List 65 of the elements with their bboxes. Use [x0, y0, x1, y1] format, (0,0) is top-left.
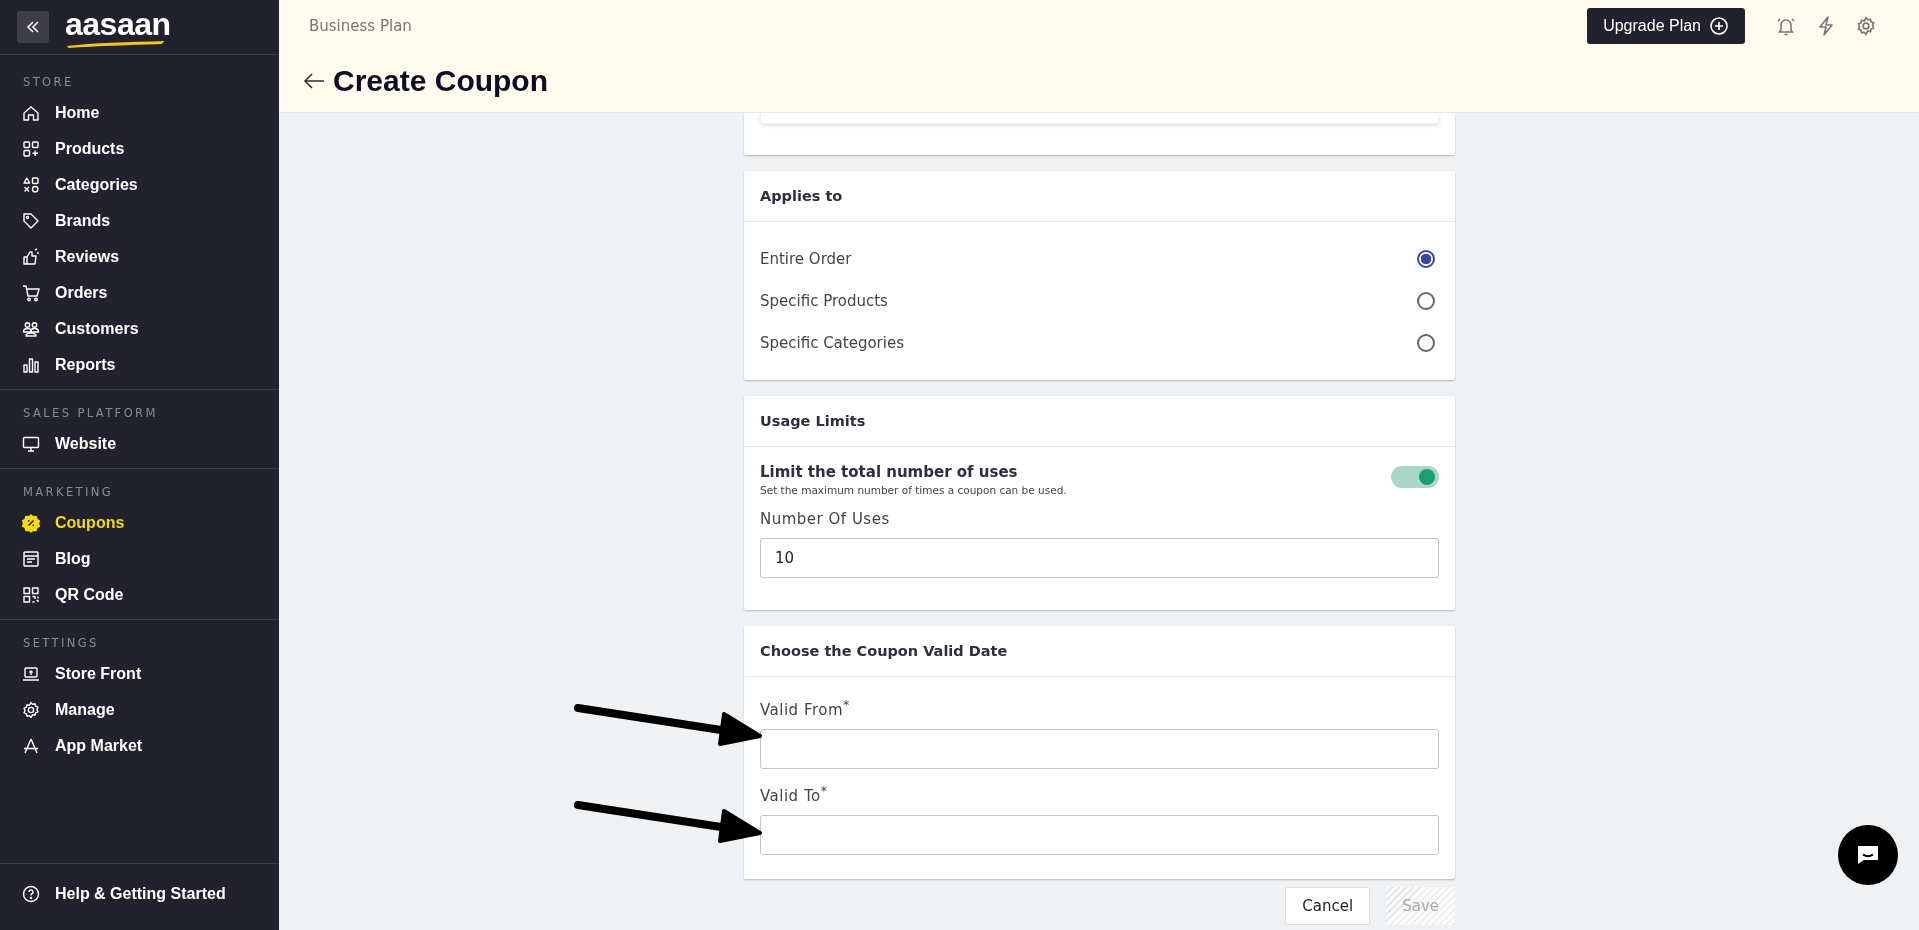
sidebar-item[interactable]: QR Code — [0, 577, 279, 613]
field-label: Valid To$^{*}$ — [760, 783, 829, 805]
sidebar-item[interactable]: Manage — [0, 692, 279, 728]
input-field[interactable]: 10 — [760, 538, 1439, 578]
people-icon — [21, 319, 41, 339]
toggle-description: Set the maximum number of times a coupon can be used. — [760, 484, 1067, 496]
field-label: Number Of Uses — [760, 510, 891, 528]
card-title: Choose the Coupon Valid Date — [744, 626, 1455, 677]
sidebar-item[interactable]: Products — [0, 131, 279, 167]
section-title: SALES PLATFORM — [22, 406, 159, 420]
logo[interactable]: aasaan — [65, 6, 171, 48]
sidebar-item[interactable]: Website — [0, 426, 279, 462]
sidebar-item[interactable]: Categories — [0, 167, 279, 203]
sidebar-item[interactable]: Store Front — [0, 656, 279, 692]
tag-icon — [21, 211, 41, 231]
a-shape-icon — [21, 736, 41, 756]
sidebar-item[interactable]: Brands — [0, 203, 279, 239]
sidebar-item[interactable]: Coupons — [0, 505, 279, 541]
grid-plus-icon — [21, 139, 41, 159]
collapse-button[interactable] — [17, 11, 49, 43]
laptop-icon — [21, 664, 41, 684]
plus-circle-icon — [1709, 16, 1729, 36]
monitor-icon — [21, 434, 41, 454]
house-icon — [21, 103, 41, 123]
date-field[interactable] — [760, 729, 1439, 769]
badge-icon — [21, 513, 41, 533]
bell-icon[interactable] — [1775, 15, 1797, 37]
settings-icon[interactable] — [1855, 15, 1877, 37]
sidebar-item[interactable]: Orders — [0, 275, 279, 311]
gear-icon — [21, 700, 41, 720]
bars-icon — [21, 355, 41, 375]
option-label: Specific Products — [760, 292, 888, 310]
sidebar-item[interactable]: App Market — [0, 728, 279, 764]
thumbs-icon — [21, 247, 41, 267]
toggle-switch[interactable] — [1391, 466, 1439, 488]
qr-icon — [21, 585, 41, 605]
input-field[interactable] — [760, 113, 1439, 124]
option-label: Entire Order — [760, 250, 852, 268]
shapes-icon — [21, 175, 41, 195]
section-title: SETTINGS — [22, 636, 100, 650]
option-label: Specific Categories — [760, 334, 904, 352]
page-title: Create Coupon — [333, 64, 548, 98]
sidebar-item[interactable]: Reports — [0, 347, 279, 383]
field-label: Valid From$^{*}$ — [760, 697, 851, 719]
plan-label: Business Plan — [309, 17, 412, 35]
sidebar-item[interactable]: Reviews — [0, 239, 279, 275]
card-title: Usage Limits — [744, 396, 1455, 447]
cart-icon — [21, 283, 41, 303]
help-icon — [21, 884, 41, 904]
chat-icon — [1855, 843, 1881, 867]
toggle-label: Limit the total number of uses — [760, 463, 1019, 481]
radio-button[interactable] — [1417, 250, 1435, 268]
sidebar-item[interactable]: Blog — [0, 541, 279, 577]
document-icon — [21, 549, 41, 569]
sidebar-item[interactable]: Customers — [0, 311, 279, 347]
section-title: STORE — [22, 75, 75, 89]
cancel-button[interactable]: Cancel — [1285, 887, 1371, 925]
back-arrow-icon[interactable] — [303, 72, 325, 90]
radio-button[interactable] — [1417, 292, 1435, 310]
section-title: MARKETING — [22, 485, 115, 499]
date-field[interactable] — [760, 815, 1439, 855]
upgrade-plan-button[interactable]: Upgrade Plan — [1587, 8, 1745, 44]
radio-button[interactable] — [1417, 334, 1435, 352]
card-title: Applies to — [744, 171, 1455, 222]
sidebar-item[interactable]: Home — [0, 95, 279, 131]
